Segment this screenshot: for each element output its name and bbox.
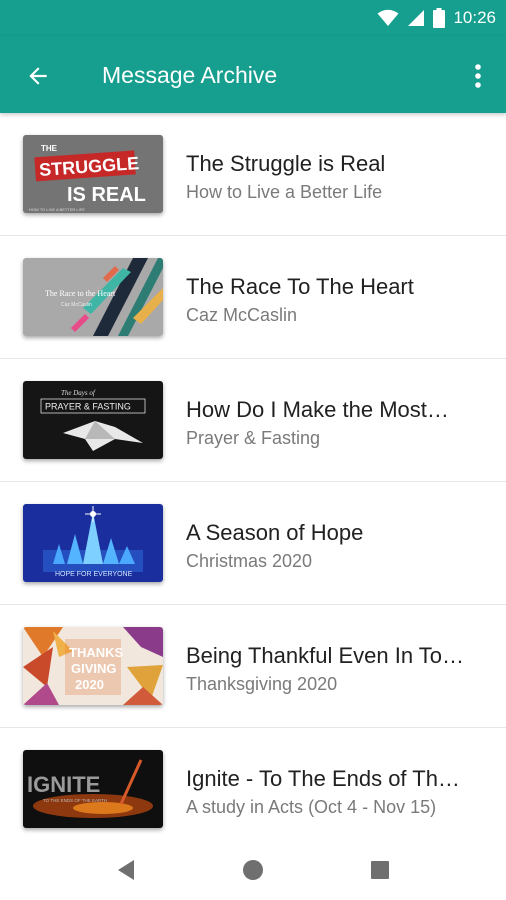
square-recents-icon: [371, 861, 389, 879]
back-button[interactable]: [16, 54, 60, 98]
svg-text:THE: THE: [41, 144, 58, 153]
nav-home-button[interactable]: [233, 850, 273, 890]
nav-recents-button[interactable]: [360, 850, 400, 890]
list-item[interactable]: The Race to the Heart Caz McCaslin The R…: [0, 236, 506, 359]
message-title: The Race To The Heart: [186, 274, 414, 299]
message-thumbnail: HOPE FOR EVERYONE: [23, 504, 163, 582]
message-thumbnail: THANKS GIVING 2020: [23, 627, 163, 705]
circle-home-icon: [243, 860, 263, 880]
page-title: Message Archive: [102, 62, 278, 88]
message-subtitle: How to Live a Better Life: [186, 182, 383, 202]
svg-text:Caz McCaslin: Caz McCaslin: [61, 302, 92, 308]
svg-text:IS REAL: IS REAL: [67, 184, 146, 206]
system-nav-bar: [0, 840, 506, 900]
message-subtitle: Prayer & Fasting: [186, 428, 321, 448]
more-vert-icon: [475, 64, 481, 88]
list-item[interactable]: The Days of PRAYER & FASTING How Do I Ma…: [0, 359, 506, 482]
message-title: A Season of Hope: [186, 520, 364, 545]
message-thumbnail: THE STRUGGLE IS REAL HOW TO LIVE A BETTE…: [23, 135, 163, 213]
svg-text:TO THE ENDS OF THE EARTH: TO THE ENDS OF THE EARTH: [43, 798, 107, 803]
svg-text:GIVING: GIVING: [71, 661, 117, 676]
message-subtitle: A study in Acts (Oct 4 - Nov 15): [186, 797, 437, 817]
message-title: Being Thankful Even In To…: [186, 643, 465, 668]
battery-icon: [433, 8, 446, 28]
list-item[interactable]: THE STRUGGLE IS REAL HOW TO LIVE A BETTE…: [0, 113, 506, 236]
message-subtitle: Christmas 2020: [186, 551, 313, 571]
more-options-button[interactable]: [466, 56, 490, 96]
svg-text:The Race to the Heart: The Race to the Heart: [45, 289, 116, 298]
svg-text:IGNITE: IGNITE: [27, 772, 100, 797]
svg-text:2020: 2020: [75, 677, 104, 692]
svg-text:PRAYER & FASTING: PRAYER & FASTING: [45, 402, 131, 412]
status-time: 10:26: [453, 8, 496, 27]
message-thumbnail: The Race to the Heart Caz McCaslin: [23, 258, 163, 336]
message-subtitle: Caz McCaslin: [186, 305, 298, 325]
message-list: THE STRUGGLE IS REAL HOW TO LIVE A BETTE…: [0, 113, 506, 840]
list-item[interactable]: THANKS GIVING 2020 Being Thankful Even I…: [0, 605, 506, 728]
app-bar: Message Archive: [0, 36, 506, 113]
status-bar: 10:26: [0, 0, 506, 36]
list-item[interactable]: IGNITE TO THE ENDS OF THE EARTH Ignite -…: [0, 728, 506, 840]
wifi-icon: [377, 9, 399, 26]
message-title: How Do I Make the Most…: [186, 397, 449, 422]
message-thumbnail: IGNITE TO THE ENDS OF THE EARTH: [23, 750, 163, 828]
svg-text:HOPE FOR EVERYONE: HOPE FOR EVERYONE: [55, 571, 133, 578]
triangle-back-icon: [118, 860, 134, 880]
svg-text:The Days of: The Days of: [61, 389, 96, 397]
message-title: The Struggle is Real: [186, 151, 386, 176]
nav-back-button[interactable]: [106, 850, 146, 890]
arrow-back-icon: [29, 67, 47, 85]
cell-signal-icon: [408, 10, 425, 26]
message-subtitle: Thanksgiving 2020: [186, 674, 338, 694]
message-title: Ignite - To The Ends of Th…: [186, 766, 460, 791]
svg-text:THANKS: THANKS: [69, 645, 123, 660]
message-thumbnail: The Days of PRAYER & FASTING: [23, 381, 163, 459]
list-item[interactable]: HOPE FOR EVERYONE A Season of Hope Chris…: [0, 482, 506, 605]
svg-text:HOW TO LIVE A BETTER LIFE: HOW TO LIVE A BETTER LIFE: [29, 207, 85, 212]
status-icons: 10:26: [377, 0, 496, 36]
